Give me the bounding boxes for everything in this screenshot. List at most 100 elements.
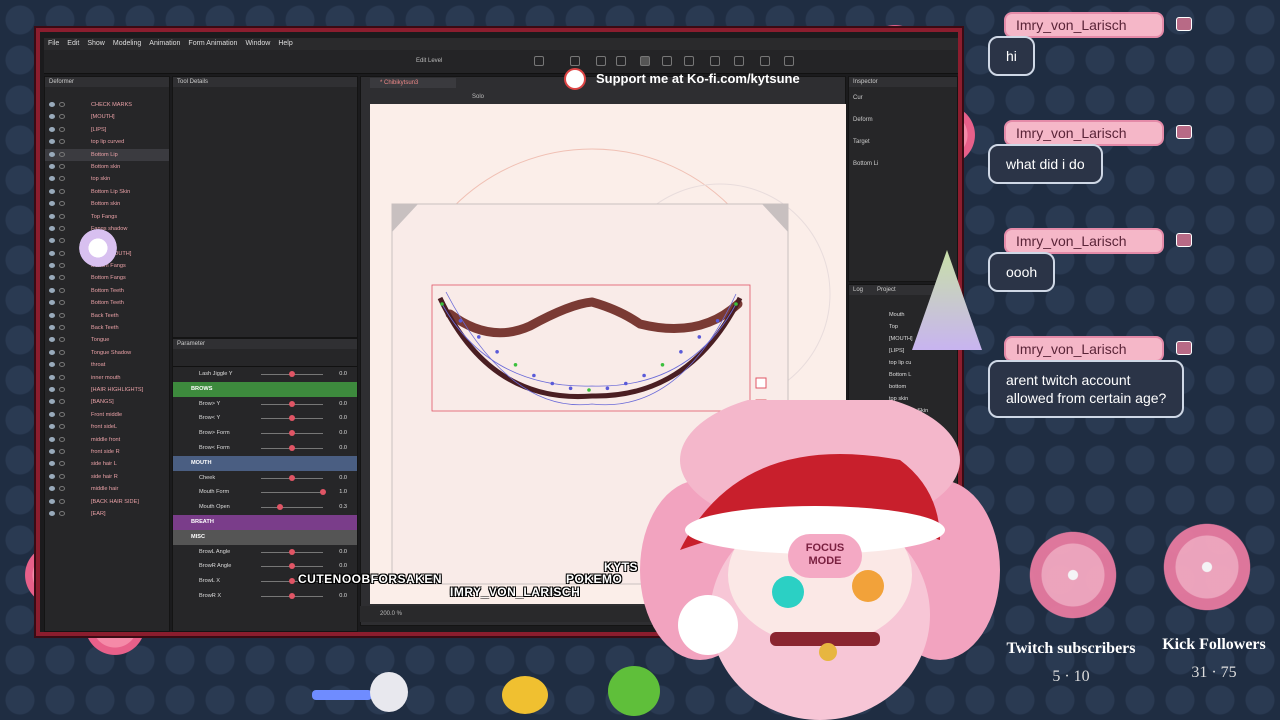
lock-icon[interactable] bbox=[59, 448, 65, 454]
lock-icon[interactable] bbox=[59, 411, 65, 417]
eye-icon[interactable] bbox=[49, 275, 55, 281]
eye-icon[interactable] bbox=[49, 263, 55, 269]
pen-tool-icon[interactable] bbox=[570, 56, 580, 66]
lock-icon[interactable] bbox=[59, 510, 65, 516]
mesh-vertex[interactable] bbox=[440, 302, 444, 306]
mesh-vertex[interactable] bbox=[715, 319, 720, 323]
lock-icon[interactable] bbox=[59, 201, 65, 207]
mesh-vertex[interactable] bbox=[605, 386, 610, 391]
lock-icon[interactable] bbox=[59, 312, 65, 318]
deformer-item[interactable]: Bottom Teeth bbox=[45, 297, 169, 309]
deformer-item[interactable]: Back Teeth bbox=[45, 322, 169, 334]
eye-icon[interactable] bbox=[49, 461, 55, 467]
mesh-vertex[interactable] bbox=[734, 302, 738, 306]
eye-icon[interactable] bbox=[49, 188, 55, 194]
lock-icon[interactable] bbox=[59, 486, 65, 492]
eye-icon[interactable] bbox=[49, 374, 55, 380]
deformer-item[interactable]: [BANGS] bbox=[45, 396, 169, 408]
lock-icon[interactable] bbox=[59, 213, 65, 219]
deformer-item[interactable]: Back Teeth bbox=[45, 310, 169, 322]
menu-item-form-animation[interactable]: Form Animation bbox=[188, 38, 237, 50]
deformer-item[interactable]: CHECK MARKS bbox=[45, 99, 169, 111]
chat-username[interactable]: Imry_von_Larisch bbox=[1004, 12, 1164, 38]
deformer-item[interactable]: Bottom Lip Skin bbox=[45, 186, 169, 198]
chat-username[interactable]: Imry_von_Larisch bbox=[1004, 228, 1164, 254]
tab-chibikytsun3[interactable]: * Chibikytsun3 bbox=[370, 78, 456, 88]
redo-icon[interactable] bbox=[784, 56, 794, 66]
parameter-group[interactable]: BREATH bbox=[173, 514, 357, 530]
deformer-item[interactable]: Front middle bbox=[45, 409, 169, 421]
lock-icon[interactable] bbox=[59, 126, 65, 132]
tab-project[interactable]: Project bbox=[877, 287, 896, 293]
project-tree-item[interactable]: Bottom L bbox=[889, 369, 957, 381]
lock-icon[interactable] bbox=[59, 473, 65, 479]
lock-icon[interactable] bbox=[59, 498, 65, 504]
eye-icon[interactable] bbox=[49, 325, 55, 331]
lock-icon[interactable] bbox=[59, 386, 65, 392]
warp-tool-icon[interactable] bbox=[710, 56, 720, 66]
eye-icon[interactable] bbox=[49, 287, 55, 293]
lock-icon[interactable] bbox=[59, 374, 65, 380]
eye-icon[interactable] bbox=[49, 362, 55, 368]
deformer-item[interactable]: Bottom skin bbox=[45, 198, 169, 210]
rotate-tool-icon[interactable] bbox=[684, 56, 694, 66]
menu-item-help[interactable]: Help bbox=[278, 38, 292, 50]
menu-item-show[interactable]: Show bbox=[87, 38, 105, 50]
lock-icon[interactable] bbox=[59, 114, 65, 120]
eye-icon[interactable] bbox=[49, 486, 55, 492]
deformer-item[interactable]: Bottom Teeth bbox=[45, 285, 169, 297]
lock-icon[interactable] bbox=[59, 287, 65, 293]
eye-icon[interactable] bbox=[49, 151, 55, 157]
menu-item-edit[interactable]: Edit bbox=[67, 38, 79, 50]
parameter-knob[interactable] bbox=[289, 563, 295, 570]
eye-icon[interactable] bbox=[49, 126, 55, 132]
menu-item-animation[interactable]: Animation bbox=[149, 38, 180, 50]
lock-icon[interactable] bbox=[59, 399, 65, 405]
menu-item-window[interactable]: Window bbox=[245, 38, 270, 50]
eye-icon[interactable] bbox=[49, 250, 55, 256]
lock-icon[interactable] bbox=[59, 325, 65, 331]
eye-icon[interactable] bbox=[49, 139, 55, 145]
eye-icon[interactable] bbox=[49, 213, 55, 219]
eye-icon[interactable] bbox=[49, 411, 55, 417]
lock-icon[interactable] bbox=[59, 424, 65, 430]
tab-log[interactable]: Log bbox=[853, 287, 863, 293]
eye-icon[interactable] bbox=[49, 473, 55, 479]
mesh-vertex[interactable] bbox=[550, 381, 555, 386]
lock-icon[interactable] bbox=[59, 238, 65, 244]
deformer-item[interactable]: [LIPS] bbox=[45, 124, 169, 136]
menu-item-modeling[interactable]: Modeling bbox=[113, 38, 141, 50]
parameter-slider[interactable] bbox=[261, 507, 323, 509]
lock-icon[interactable] bbox=[59, 275, 65, 281]
parameter-knob[interactable] bbox=[289, 400, 295, 407]
mesh-vertex[interactable] bbox=[679, 350, 683, 354]
deformer-item[interactable]: [HAIR HIGHLIGHTS] bbox=[45, 384, 169, 396]
parameter-knob[interactable] bbox=[289, 474, 295, 481]
lock-icon[interactable] bbox=[59, 436, 65, 442]
close-handle-icon[interactable] bbox=[755, 377, 767, 389]
select-tool-icon[interactable] bbox=[640, 56, 650, 66]
eye-icon[interactable] bbox=[49, 399, 55, 405]
deformer-item[interactable]: middle front bbox=[45, 434, 169, 446]
eye-icon[interactable] bbox=[49, 448, 55, 454]
mesh-vertex[interactable] bbox=[458, 319, 463, 323]
mesh-vertex[interactable] bbox=[660, 363, 665, 367]
parameter-knob[interactable] bbox=[289, 578, 295, 585]
deformer-item[interactable]: front side R bbox=[45, 446, 169, 458]
pin-tool-icon[interactable] bbox=[760, 56, 770, 66]
eye-icon[interactable] bbox=[49, 300, 55, 306]
parameter-group[interactable]: BROWS bbox=[173, 381, 357, 397]
lock-icon[interactable] bbox=[59, 139, 65, 145]
eye-icon[interactable] bbox=[49, 498, 55, 504]
lasso-tool-icon[interactable] bbox=[662, 56, 672, 66]
lock-icon[interactable] bbox=[59, 349, 65, 355]
deformer-item[interactable]: Bottom Fangs bbox=[45, 272, 169, 284]
mesh-vertex[interactable] bbox=[587, 388, 591, 392]
mesh-vertex[interactable] bbox=[513, 363, 518, 367]
chat-username[interactable]: Imry_von_Larisch bbox=[1004, 120, 1164, 146]
project-tree-item[interactable]: bottom bbox=[889, 381, 957, 393]
deformer-item[interactable]: inner mouth bbox=[45, 372, 169, 384]
eye-icon[interactable] bbox=[49, 386, 55, 392]
deformer-item[interactable]: middle hair bbox=[45, 483, 169, 495]
eye-icon[interactable] bbox=[49, 102, 55, 107]
